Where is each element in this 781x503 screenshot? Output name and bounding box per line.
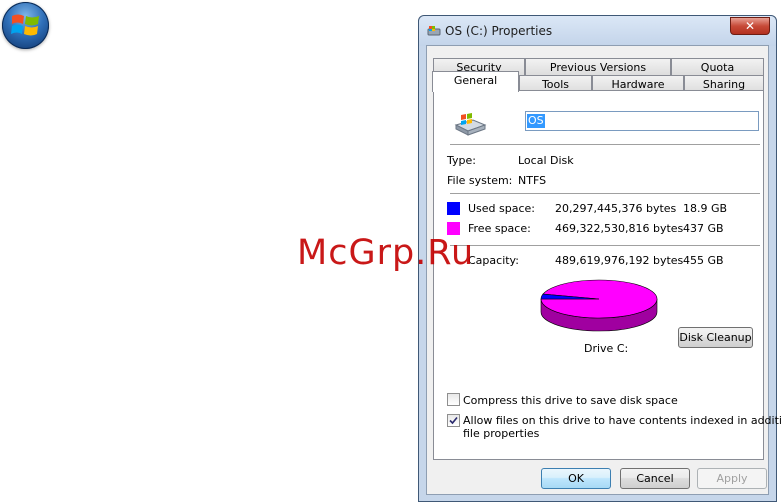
dialog-client: Security Previous Versions Quota General… <box>426 45 781 495</box>
used-space-swatch <box>447 202 460 215</box>
file-system-value: NTFS <box>518 174 547 187</box>
type-value: Local Disk <box>518 154 574 167</box>
drive-name-value: OS <box>527 114 545 128</box>
tab-quota[interactable]: Quota <box>671 58 764 76</box>
compress-label[interactable]: Compress this drive to save disk space <box>463 394 678 407</box>
window-title: OS (C:) Properties <box>445 24 553 38</box>
compress-checkbox[interactable] <box>447 393 460 406</box>
capacity-label: Capacity: <box>468 254 519 267</box>
checkmark-icon <box>449 395 458 404</box>
file-system-label: File system: <box>447 174 513 187</box>
separator <box>450 245 760 246</box>
free-space-label: Free space: <box>468 222 531 235</box>
windows-logo-icon <box>11 14 39 36</box>
type-label: Type: <box>447 154 476 167</box>
general-panel: OS Type: Local Disk File system: NTFS Us… <box>433 90 781 460</box>
separator <box>450 193 760 194</box>
start-button[interactable] <box>2 2 49 49</box>
index-label-line2[interactable]: file properties <box>463 427 539 440</box>
free-space-gb: 437 GB <box>683 222 724 235</box>
used-space-gb: 18.9 GB <box>683 202 728 215</box>
ok-button[interactable]: OK <box>541 468 611 489</box>
disk-usage-pie-chart <box>540 279 658 332</box>
drive-name-input[interactable]: OS <box>525 111 759 131</box>
capacity-bytes: 489,619,976,192 bytes <box>555 254 684 267</box>
tab-general[interactable]: General <box>432 71 519 92</box>
capacity-gb: 455 GB <box>683 254 724 267</box>
free-space-bytes: 469,322,530,816 bytes <box>555 222 684 235</box>
tab-previous-versions[interactable]: Previous Versions <box>525 58 671 76</box>
separator <box>450 144 760 145</box>
close-button[interactable]: ✕ <box>730 17 770 35</box>
drive-icon <box>454 113 487 136</box>
index-label-line1[interactable]: Allow files on this drive to have conten… <box>463 414 781 427</box>
used-space-bytes: 20,297,445,376 bytes <box>555 202 677 215</box>
drive-icon <box>427 26 441 36</box>
checkmark-icon <box>449 416 458 425</box>
watermark: McGrp.Ru <box>297 233 475 273</box>
drive-label: Drive C: <box>584 342 629 355</box>
disk-cleanup-button[interactable]: Disk Cleanup <box>678 327 753 348</box>
apply-button[interactable]: Apply <box>697 468 767 489</box>
title-bar[interactable]: OS (C:) Properties ✕ <box>419 16 776 46</box>
cancel-button[interactable]: Cancel <box>620 468 690 489</box>
close-icon: ✕ <box>744 19 756 33</box>
index-checkbox[interactable] <box>447 414 460 427</box>
used-space-label: Used space: <box>468 202 536 215</box>
